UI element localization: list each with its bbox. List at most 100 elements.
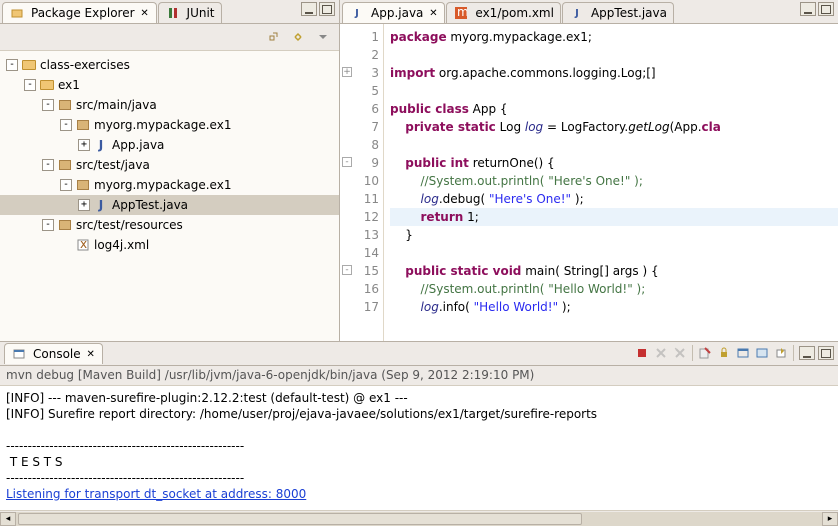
tab-label: AppTest.java bbox=[591, 6, 667, 20]
collapse-icon[interactable]: - bbox=[60, 119, 72, 131]
line-gutter: 123+56789-101112131415-1617 bbox=[340, 24, 384, 341]
tab-label: Package Explorer bbox=[31, 6, 135, 20]
minimize-icon[interactable] bbox=[301, 2, 317, 16]
minimize-icon[interactable] bbox=[799, 346, 815, 360]
display-console-icon[interactable] bbox=[753, 344, 771, 362]
code-line[interactable]: log.debug( "Here's One!" ); bbox=[390, 190, 838, 208]
open-console-icon[interactable] bbox=[772, 344, 790, 362]
code-line[interactable]: } bbox=[390, 226, 838, 244]
code-line[interactable] bbox=[390, 244, 838, 262]
tree-item-label: class-exercises bbox=[40, 58, 130, 72]
editor-tab-apptest[interactable]: J AppTest.java bbox=[562, 2, 674, 23]
tree-item[interactable]: - class-exercises bbox=[0, 55, 339, 75]
tree-item[interactable]: - src/test/java bbox=[0, 155, 339, 175]
debug-listen-link[interactable]: Listening for transport dt_socket at add… bbox=[6, 487, 306, 501]
console-line: T E S T S bbox=[6, 454, 832, 470]
code-editor[interactable]: 123+56789-101112131415-1617 package myor… bbox=[340, 24, 838, 341]
svg-text:m: m bbox=[457, 7, 467, 19]
fold-icon[interactable]: - bbox=[342, 265, 352, 275]
xml-file-icon: x bbox=[75, 238, 91, 252]
terminate-icon[interactable] bbox=[633, 344, 651, 362]
collapse-icon[interactable]: - bbox=[42, 159, 54, 171]
console-panel: Console ✕ mvn debug [Maven Build] /usr/l… bbox=[0, 342, 838, 510]
tab-label: ex1/pom.xml bbox=[475, 6, 554, 20]
collapse-icon[interactable]: - bbox=[6, 59, 18, 71]
code-line[interactable]: package myorg.mypackage.ex1; bbox=[390, 28, 838, 46]
code-line[interactable] bbox=[390, 82, 838, 100]
maximize-icon[interactable] bbox=[319, 2, 335, 16]
scroll-right-icon[interactable]: ▸ bbox=[822, 512, 838, 526]
editor-tab-app[interactable]: J App.java ✕ bbox=[342, 2, 445, 23]
code-line[interactable] bbox=[390, 46, 838, 64]
tab-label: App.java bbox=[371, 6, 423, 20]
console-launch-info: mvn debug [Maven Build] /usr/lib/jvm/jav… bbox=[0, 366, 838, 386]
tab-console[interactable]: Console ✕ bbox=[4, 343, 103, 364]
project-tree[interactable]: -class-exercises-ex1-src/main/java-myorg… bbox=[0, 50, 339, 341]
scroll-track[interactable] bbox=[16, 512, 822, 526]
scroll-lock-icon[interactable] bbox=[715, 344, 733, 362]
code-line[interactable]: public int returnOne() { bbox=[390, 154, 838, 172]
tree-item[interactable]: - src/test/resources bbox=[0, 215, 339, 235]
close-icon[interactable]: ✕ bbox=[428, 8, 438, 18]
tree-item[interactable]: -src/main/java bbox=[0, 95, 339, 115]
package-explorer-icon bbox=[9, 6, 25, 20]
scroll-thumb[interactable] bbox=[18, 513, 582, 525]
java-file-icon: J bbox=[93, 198, 109, 212]
fold-icon[interactable]: - bbox=[342, 157, 352, 167]
collapse-icon[interactable]: - bbox=[60, 179, 72, 191]
remove-launch-icon[interactable] bbox=[652, 344, 670, 362]
clear-console-icon[interactable] bbox=[696, 344, 714, 362]
console-line: ----------------------------------------… bbox=[6, 470, 832, 486]
collapse-icon[interactable]: - bbox=[42, 99, 54, 111]
tree-item-label: log4j.xml bbox=[94, 238, 149, 252]
tree-item-label: src/test/java bbox=[76, 158, 150, 172]
folder-icon bbox=[21, 58, 37, 72]
console-output[interactable]: [INFO] --- maven-surefire-plugin:2.12.2:… bbox=[0, 386, 838, 510]
scroll-left-icon[interactable]: ◂ bbox=[0, 512, 16, 526]
pin-console-icon[interactable] bbox=[734, 344, 752, 362]
tab-junit[interactable]: JUnit bbox=[158, 2, 222, 23]
package-explorer-toolbar bbox=[0, 24, 339, 50]
close-icon[interactable]: ✕ bbox=[86, 349, 96, 359]
close-icon[interactable]: ✕ bbox=[140, 8, 150, 18]
tree-item[interactable]: -myorg.mypackage.ex1 bbox=[0, 175, 339, 195]
tree-item[interactable]: - ex1 bbox=[0, 75, 339, 95]
editor-tab-pom[interactable]: m ex1/pom.xml bbox=[446, 2, 561, 23]
tree-item[interactable]: -myorg.mypackage.ex1 bbox=[0, 115, 339, 135]
code-line[interactable]: public class App { bbox=[390, 100, 838, 118]
code-line[interactable] bbox=[390, 136, 838, 154]
fold-icon[interactable]: + bbox=[342, 67, 352, 77]
horizontal-scrollbar[interactable]: ◂ ▸ bbox=[0, 510, 838, 526]
expand-icon[interactable]: + bbox=[78, 139, 90, 151]
tree-item-label: ex1 bbox=[58, 78, 80, 92]
collapse-icon[interactable]: - bbox=[42, 219, 54, 231]
code-line[interactable]: public static void main( String[] args )… bbox=[390, 262, 838, 280]
code-line[interactable]: private static Log log = LogFactory.getL… bbox=[390, 118, 838, 136]
package-icon bbox=[75, 178, 91, 192]
remove-all-icon[interactable] bbox=[671, 344, 689, 362]
tree-item[interactable]: +JApp.java bbox=[0, 135, 339, 155]
code-line[interactable]: log.info( "Hello World!" ); bbox=[390, 298, 838, 316]
tree-item-label: src/test/resources bbox=[76, 218, 183, 232]
view-menu-icon[interactable] bbox=[313, 27, 333, 47]
code-line[interactable]: //System.out.println( "Hello World!" ); bbox=[390, 280, 838, 298]
tab-package-explorer[interactable]: Package Explorer ✕ bbox=[2, 2, 157, 23]
link-editor-icon[interactable] bbox=[289, 27, 309, 47]
tree-item[interactable]: xlog4j.xml bbox=[0, 235, 339, 255]
maximize-icon[interactable] bbox=[818, 346, 834, 360]
tab-label: Console bbox=[33, 347, 81, 361]
expand-icon[interactable]: + bbox=[78, 199, 90, 211]
tree-item[interactable]: +JAppTest.java bbox=[0, 195, 339, 215]
code-line[interactable]: import org.apache.commons.logging.Log;[] bbox=[390, 64, 838, 82]
code-line[interactable]: return 1; bbox=[390, 208, 838, 226]
maximize-icon[interactable] bbox=[818, 2, 834, 16]
tree-item-label: App.java bbox=[112, 138, 164, 152]
collapse-all-icon[interactable] bbox=[265, 27, 285, 47]
code-area[interactable]: package myorg.mypackage.ex1; import org.… bbox=[384, 24, 838, 341]
minimize-icon[interactable] bbox=[800, 2, 816, 16]
editor-panel: J App.java ✕ m ex1/pom.xml J AppTest.jav… bbox=[340, 0, 838, 341]
console-line bbox=[6, 422, 832, 438]
code-line[interactable]: //System.out.println( "Here's One!" ); bbox=[390, 172, 838, 190]
collapse-icon[interactable]: - bbox=[24, 79, 36, 91]
java-file-icon: J bbox=[93, 138, 109, 152]
